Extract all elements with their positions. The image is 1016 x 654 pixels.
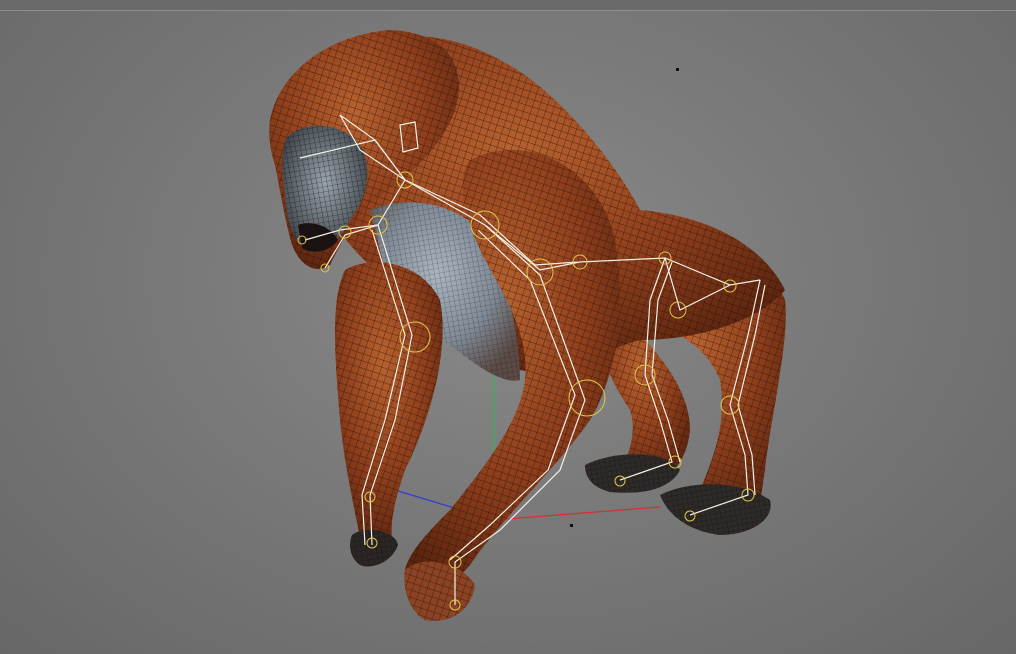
3d-viewport[interactable] — [0, 0, 1016, 654]
gorilla-mesh[interactable] — [269, 30, 786, 621]
pivot-marker — [570, 524, 573, 527]
scene-canvas[interactable] — [0, 0, 1016, 654]
viewport-marker — [676, 68, 679, 71]
